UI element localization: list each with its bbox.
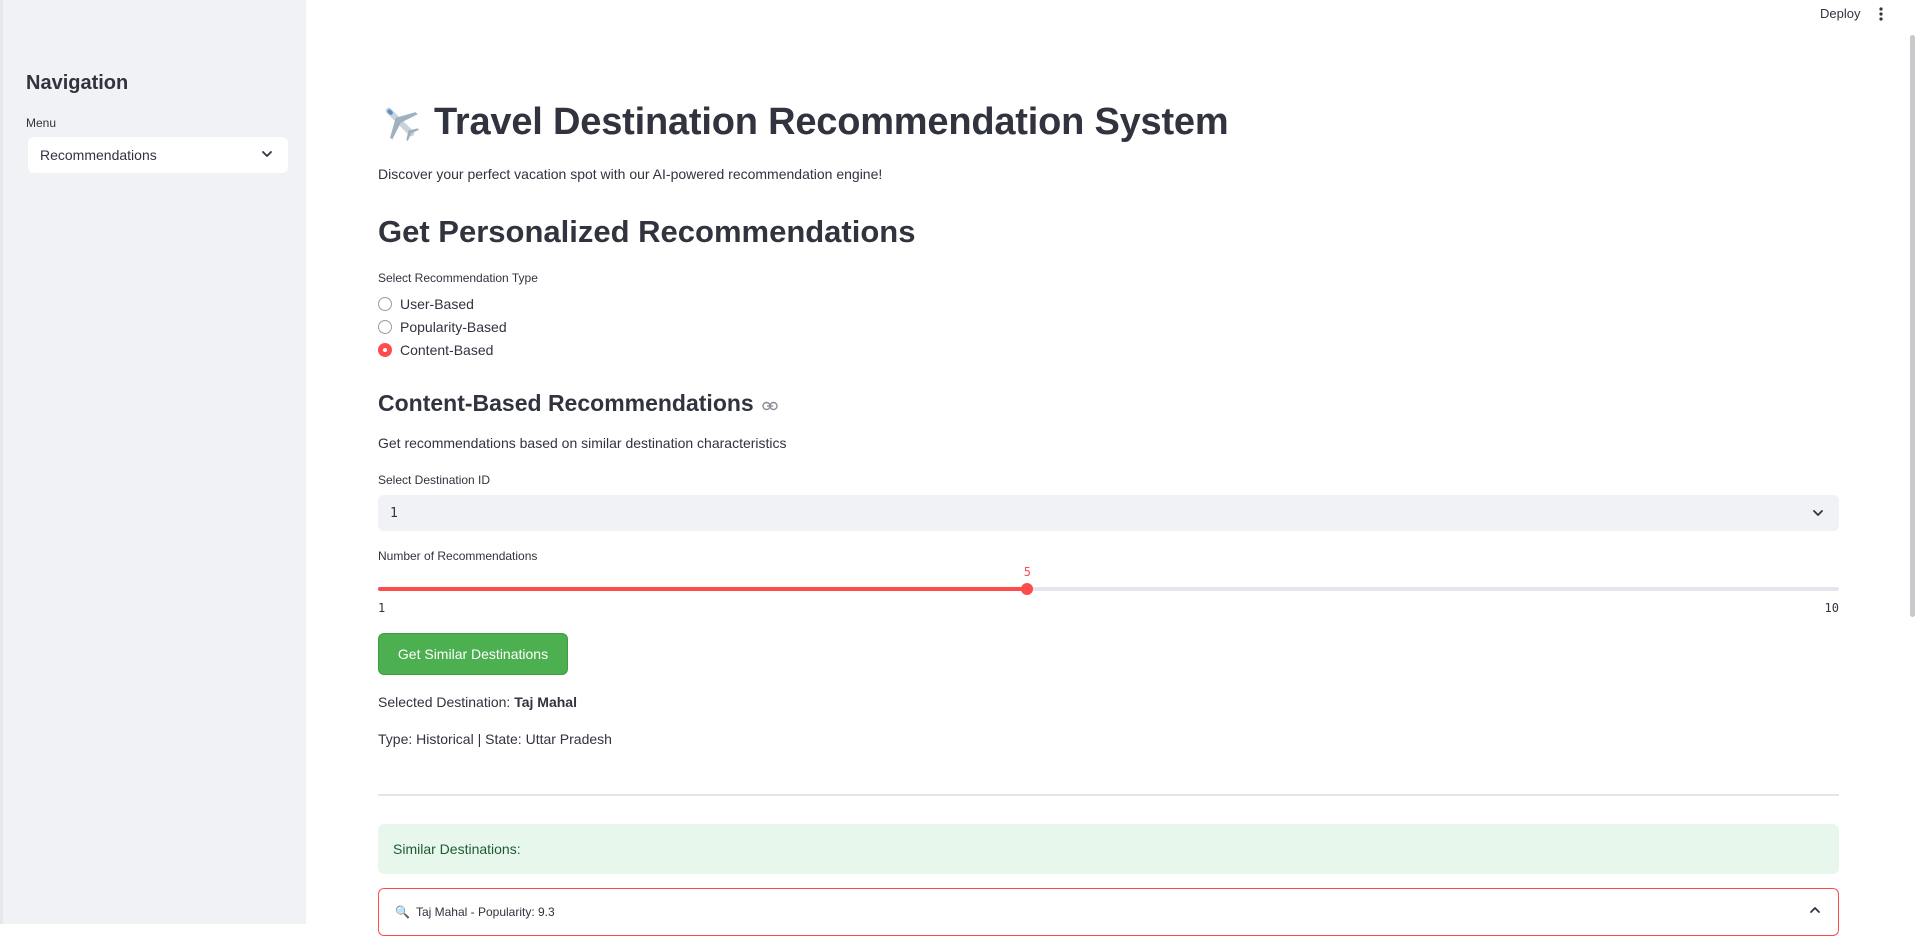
section-title: Get Personalized Recommendations	[378, 214, 916, 249]
sidebar-title: Navigation	[26, 72, 129, 94]
magnifier-icon: 🔍	[395, 905, 410, 919]
chevron-down-icon	[262, 151, 272, 157]
radio-option-label: Content-Based	[400, 342, 494, 358]
menu-select-value: Recommendations	[40, 147, 157, 163]
slider-fill	[378, 587, 1028, 591]
radio-button[interactable]	[378, 297, 392, 311]
page-header: Travel Destination Recommendation System	[378, 100, 1229, 144]
expander-taj-mahal[interactable]: 🔍 Taj Mahal - Popularity: 9.3	[378, 888, 1839, 936]
deploy-button[interactable]: Deploy	[1820, 6, 1860, 21]
similar-destinations-alert: Similar Destinations:	[378, 824, 1839, 874]
radio-content-based[interactable]: Content-Based	[378, 342, 493, 358]
page-title: Travel Destination Recommendation System	[434, 100, 1229, 143]
radio-option-label: Popularity-Based	[400, 319, 507, 335]
airplane-icon	[385, 107, 420, 142]
radio-button-selected[interactable]	[378, 343, 392, 357]
content-section-header: Content-Based Recommendations	[378, 390, 778, 417]
radio-user-based[interactable]: User-Based	[378, 296, 474, 312]
sidebar: Navigation Menu Recommendations	[0, 0, 306, 924]
slider-max: 10	[1824, 601, 1839, 615]
destination-type-state: Type: Historical | State: Uttar Pradesh	[378, 731, 612, 747]
content-section-title: Content-Based Recommendations	[378, 390, 754, 416]
scrollbar[interactable]	[1910, 35, 1915, 617]
slider-thumb[interactable]	[1021, 583, 1034, 595]
divider	[378, 794, 1839, 796]
slider-label: Number of Recommendations	[378, 549, 538, 563]
radio-option-label: User-Based	[400, 296, 474, 312]
more-options-icon[interactable]	[1877, 5, 1885, 23]
slider-value: 5	[1023, 565, 1031, 579]
get-similar-destinations-button[interactable]: Get Similar Destinations	[378, 633, 568, 675]
chevron-up-icon	[1810, 907, 1820, 913]
link-icon[interactable]	[762, 401, 778, 411]
menu-select[interactable]: Recommendations	[28, 137, 288, 173]
expander-title: Taj Mahal - Popularity: 9.3	[415, 905, 555, 919]
destination-select-value: 1	[390, 505, 398, 521]
destination-select[interactable]: 1	[378, 495, 1839, 531]
radio-button[interactable]	[378, 320, 392, 334]
selected-destination: Selected Destination: Taj Mahal	[378, 694, 577, 710]
menu-label: Menu	[26, 116, 57, 130]
selected-destination-name: Taj Mahal	[514, 694, 577, 710]
selected-destination-prefix: Selected Destination:	[378, 694, 511, 710]
radio-popularity-based[interactable]: Popularity-Based	[378, 319, 507, 335]
content-section-description: Get recommendations based on similar des…	[378, 435, 787, 451]
chevron-down-icon	[1813, 510, 1823, 516]
destination-label: Select Destination ID	[378, 473, 491, 487]
slider-min: 1	[378, 601, 386, 615]
page-subtitle: Discover your perfect vacation spot with…	[378, 166, 883, 182]
radio-group-label: Select Recommendation Type	[378, 271, 538, 285]
